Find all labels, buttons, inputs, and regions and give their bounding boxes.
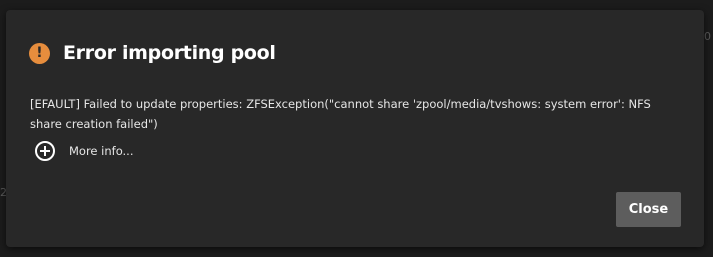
dialog-title: Error importing pool [63, 42, 276, 64]
dialog-header: ! Error importing pool [29, 42, 276, 64]
error-message: [EFAULT] Failed to update properties: ZF… [30, 97, 651, 131]
warning-circle-icon: ! [29, 42, 50, 64]
more-info-toggle[interactable]: More info... [35, 141, 134, 161]
close-button[interactable]: Close [616, 192, 681, 227]
error-dialog: ! Error importing pool [EFAULT] Failed t… [6, 10, 704, 247]
background-edge-text: 0 [704, 30, 711, 43]
more-info-label[interactable]: More info... [69, 144, 134, 158]
plus-circle-icon[interactable] [35, 141, 55, 161]
